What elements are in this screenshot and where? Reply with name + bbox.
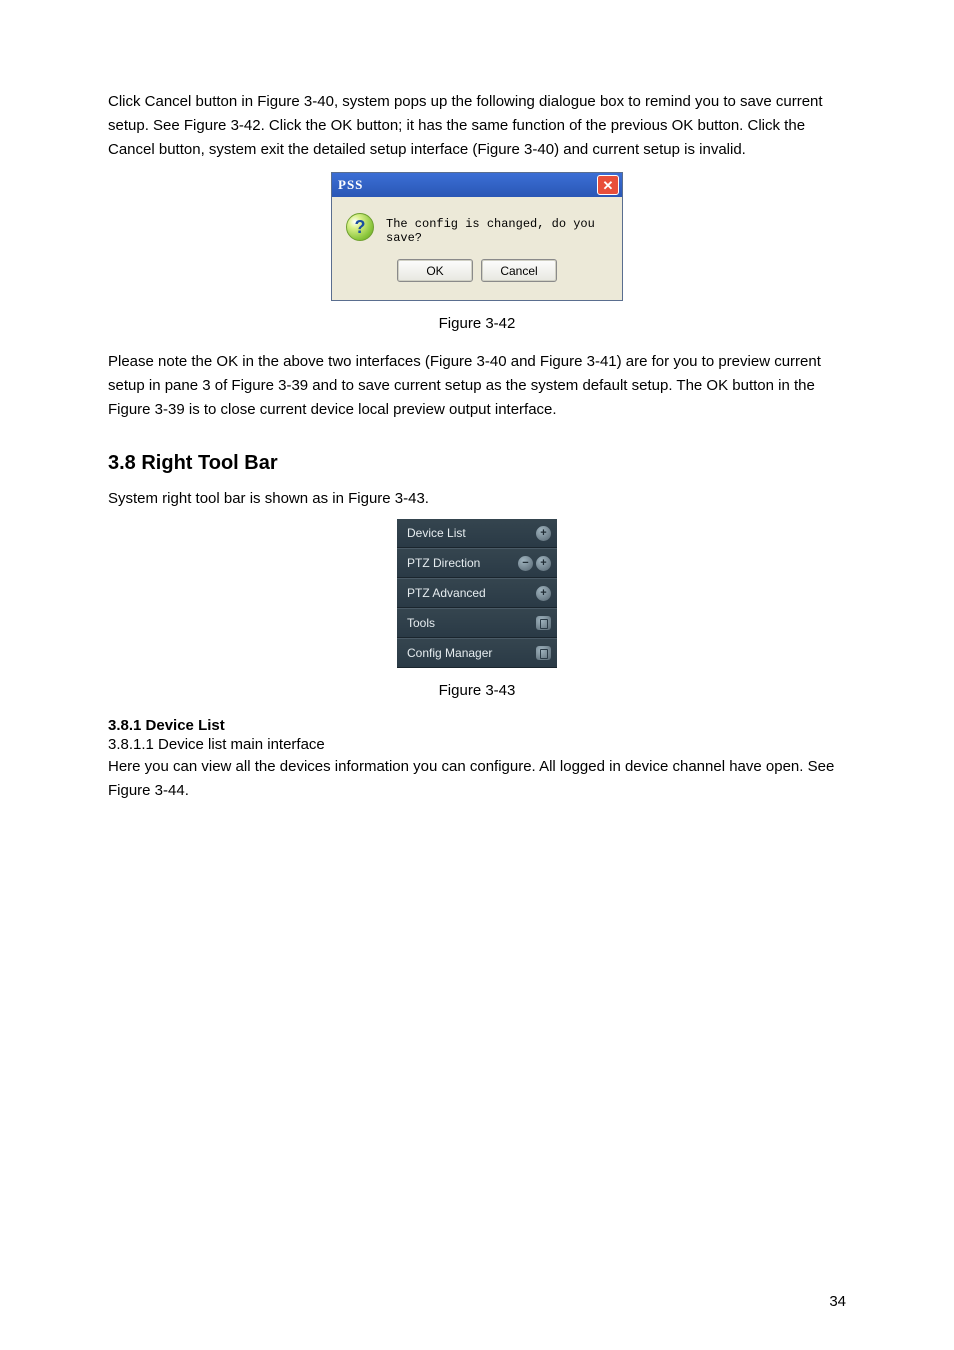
right-tool-bar-label: Tools	[407, 616, 435, 630]
plus-icon[interactable]: +	[536, 526, 551, 541]
cancel-button[interactable]: Cancel	[481, 259, 557, 282]
minus-icon[interactable]: −	[518, 556, 533, 571]
section-heading-3-8: 3.8 Right Tool Bar	[108, 452, 846, 475]
right-tool-bar-row[interactable]: Tools	[397, 608, 557, 638]
right-tool-bar: Device List + PTZ Direction − + PTZ Adva…	[397, 519, 557, 668]
dialog-box: PSS ✕ ? The config is changed, do you sa…	[331, 172, 623, 301]
figure-3-43: Device List + PTZ Direction − + PTZ Adva…	[108, 519, 846, 668]
dialog-body: ? The config is changed, do you save?	[332, 197, 622, 251]
right-tool-bar-row[interactable]: PTZ Direction − +	[397, 548, 557, 578]
close-icon[interactable]: ✕	[597, 175, 619, 195]
question-icon: ?	[346, 213, 374, 241]
panel-icon[interactable]	[536, 616, 551, 630]
plus-icon[interactable]: +	[536, 586, 551, 601]
subsection-heading-3-8-1: 3.8.1 Device List	[108, 717, 846, 734]
plus-icon[interactable]: +	[536, 556, 551, 571]
paragraph: Here you can view all the devices inform…	[108, 755, 846, 803]
right-tool-bar-label: PTZ Direction	[407, 556, 480, 570]
dialog-titlebar: PSS ✕	[332, 173, 622, 197]
paragraph: System right tool bar is shown as in Fig…	[108, 487, 846, 511]
right-tool-bar-label: Device List	[407, 526, 466, 540]
right-tool-bar-label: PTZ Advanced	[407, 586, 486, 600]
panel-icon[interactable]	[536, 646, 551, 660]
right-tool-bar-row[interactable]: PTZ Advanced +	[397, 578, 557, 608]
paragraph: Click Cancel button in Figure 3-40, syst…	[108, 90, 846, 162]
right-tool-bar-row[interactable]: Config Manager	[397, 638, 557, 668]
page-number: 34	[829, 1293, 846, 1310]
paragraph: Please note the OK in the above two inte…	[108, 350, 846, 422]
right-tool-bar-row[interactable]: Device List +	[397, 519, 557, 548]
dialog-buttons: OK Cancel	[332, 251, 622, 300]
dialog-title: PSS	[338, 177, 363, 193]
figure-caption: Figure 3-43	[108, 682, 846, 699]
figure-caption: Figure 3-42	[108, 315, 846, 332]
ok-button[interactable]: OK	[397, 259, 473, 282]
right-tool-bar-label: Config Manager	[407, 646, 492, 660]
figure-3-42: PSS ✕ ? The config is changed, do you sa…	[108, 172, 846, 301]
dialog-message: The config is changed, do you save?	[386, 213, 608, 245]
subsubsection-heading-3-8-1-1: 3.8.1.1 Device list main interface	[108, 736, 846, 753]
